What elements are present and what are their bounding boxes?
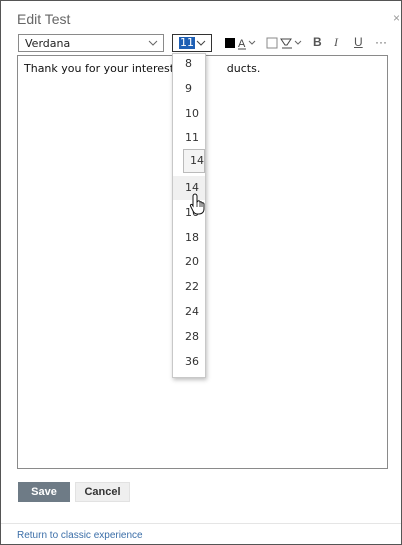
font-size-select[interactable]: 11 — [172, 34, 212, 52]
font-size-option-22[interactable]: 22 — [173, 275, 205, 299]
chevron-down-icon — [148, 40, 158, 46]
bold-icon[interactable]: B — [313, 35, 325, 51]
font-size-option-9[interactable]: 9 — [173, 77, 205, 101]
underline-icon[interactable]: U — [354, 35, 364, 51]
classic-experience-link[interactable]: Return to classic experience — [17, 530, 143, 541]
font-size-option-28[interactable]: 28 — [173, 325, 205, 349]
font-size-dropdown: 891011121416182022242836 — [172, 53, 206, 378]
svg-text:A: A — [238, 38, 246, 50]
dragged-size-option[interactable]: 14 — [183, 149, 205, 173]
more-icon[interactable]: ··· — [375, 35, 391, 51]
font-size-option-8[interactable]: 8 — [173, 52, 205, 76]
chevron-down-icon — [196, 40, 206, 46]
font-color-icon[interactable]: A — [223, 35, 259, 51]
font-size-value: 11 — [179, 36, 195, 49]
hand-cursor-icon — [189, 193, 205, 215]
highlight-color-icon[interactable] — [265, 35, 305, 51]
italic-icon[interactable]: I — [334, 35, 344, 51]
font-size-option-36[interactable]: 36 — [173, 350, 205, 374]
font-family-select[interactable]: Verdana — [18, 34, 164, 52]
font-size-option-24[interactable]: 24 — [173, 300, 205, 324]
footer-divider — [1, 523, 401, 524]
dialog-title: Edit Test — [17, 11, 71, 27]
font-size-option-11[interactable]: 11 — [173, 126, 205, 150]
save-button[interactable]: Save — [18, 482, 70, 502]
font-family-value: Verdana — [25, 36, 71, 50]
editor-text-after: ducts. — [226, 62, 261, 75]
font-size-option-18[interactable]: 18 — [173, 226, 205, 250]
close-icon[interactable]: × — [393, 11, 400, 25]
cancel-button[interactable]: Cancel — [75, 482, 130, 502]
font-size-option-20[interactable]: 20 — [173, 250, 205, 274]
font-size-option-10[interactable]: 10 — [173, 102, 205, 126]
edit-dialog: Edit Test × Verdana 11 A B I U ··· Thank… — [0, 0, 402, 545]
editor-content: Thank you for your interest in o ducts. — [24, 62, 260, 75]
